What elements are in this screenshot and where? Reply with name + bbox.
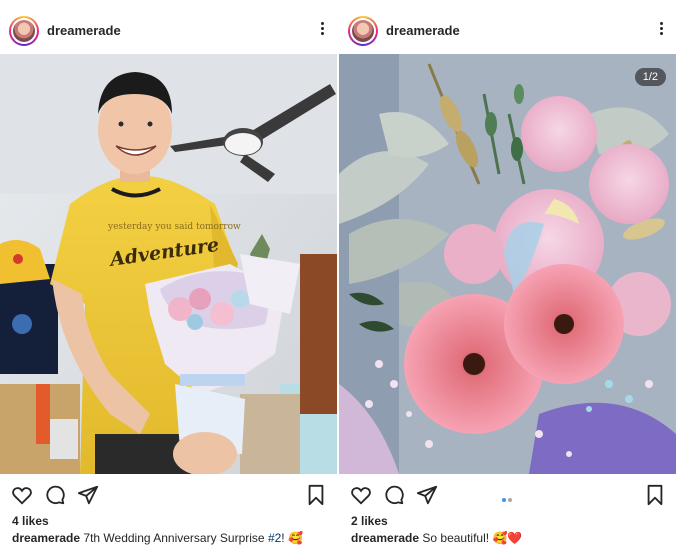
avatar[interactable] [9,16,39,46]
caption-emoji: 🥰❤️ [492,531,523,545]
post-header: dreamerade [339,0,676,54]
carousel-counter: 1/2 [634,68,666,86]
heart-icon[interactable] [11,484,33,506]
post-caption: dreamerade So beautiful! 🥰❤️ [351,531,522,545]
comment-icon[interactable] [383,484,405,506]
username[interactable]: dreamerade [386,23,460,38]
heart-icon[interactable] [350,484,372,506]
carousel-dots [501,489,513,507]
carousel-dot-active [502,498,506,502]
post-card: dreamerade [339,0,676,560]
caption-emoji: 🥰 [287,531,303,545]
share-icon[interactable] [416,484,438,506]
caption-username[interactable]: dreamerade [351,531,419,545]
action-bar [0,478,337,512]
post-photo[interactable]: yesterday you said tomorrow Adventure [0,54,337,474]
likes-count[interactable]: 2 likes [351,514,388,528]
bookmark-icon[interactable] [305,484,327,506]
avatar[interactable] [348,16,378,46]
comment-icon[interactable] [44,484,66,506]
more-options-icon[interactable] [319,22,325,38]
bookmark-icon[interactable] [644,484,666,506]
caption-username[interactable]: dreamerade [12,531,80,545]
shirt-text-top: yesterday you said tomorrow [107,222,241,232]
caption-suffix: ! [281,531,285,545]
more-options-icon[interactable] [658,22,664,38]
post-header: dreamerade [0,0,337,54]
caption-text: So beautiful! [422,531,490,545]
post-photo[interactable]: 1/2 [339,54,676,474]
action-bar [339,478,676,512]
caption-hashtag[interactable]: #2 [268,531,281,545]
username[interactable]: dreamerade [47,23,121,38]
carousel-dot [508,498,512,502]
post-caption: dreamerade 7th Wedding Anniversary Surpr… [12,531,303,545]
likes-count[interactable]: 4 likes [12,514,49,528]
share-icon[interactable] [77,484,99,506]
post-card: dreamerade [0,0,337,560]
caption-text: 7th Wedding Anniversary Surprise [83,531,268,545]
